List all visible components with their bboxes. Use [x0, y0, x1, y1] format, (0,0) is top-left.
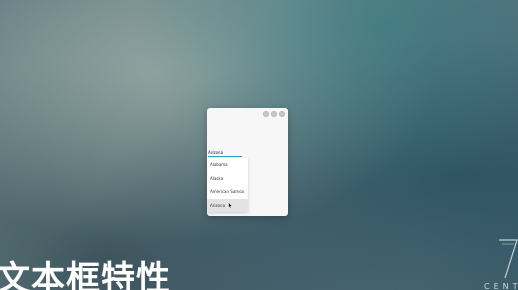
suggestion-item-alaska[interactable]: Alaska: [207, 172, 248, 186]
video-title-overlay: 文本框特性: [0, 259, 171, 290]
minimize-button[interactable]: [263, 111, 269, 117]
suggestion-item-american-samoa[interactable]: American Samoa: [207, 185, 248, 199]
logo-mark-icon: [499, 239, 518, 279]
state-search-input[interactable]: [208, 149, 242, 157]
close-button[interactable]: [279, 111, 285, 117]
window-controls: [263, 111, 285, 117]
suggestion-item-alabama[interactable]: Alabama: [207, 158, 248, 172]
arrow-cursor-icon: [228, 202, 233, 209]
app-window: Alabama Alaska American Samoa Arizona: [207, 108, 288, 216]
logo-text: CENT: [484, 282, 518, 290]
maximize-button[interactable]: [271, 111, 277, 117]
